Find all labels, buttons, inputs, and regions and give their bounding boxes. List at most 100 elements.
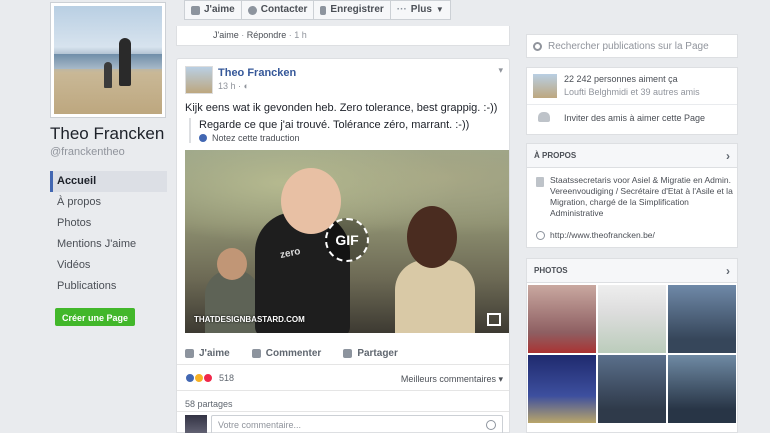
about-card: À PROPOS › Staatssecretaris voor Asiel &… <box>526 143 738 248</box>
love-reaction-icon <box>203 373 213 383</box>
comment-sort-dropdown[interactable]: Meilleurs commentaires ▾ <box>401 374 503 385</box>
photo-thumbnail[interactable] <box>528 285 596 353</box>
info-icon <box>536 177 544 187</box>
create-page-button[interactable]: Créer une Page <box>55 308 136 326</box>
comment-reply-link[interactable]: Répondre <box>247 30 287 40</box>
nav-item-photos[interactable]: Photos <box>50 213 167 234</box>
photo-thumbnail[interactable] <box>668 285 736 353</box>
search-icon <box>533 41 542 51</box>
photos-card-title: PHOTOS <box>534 266 568 275</box>
thumbs-up-icon <box>185 349 194 358</box>
add-friend-icon <box>538 112 550 122</box>
gif-play-badge[interactable]: GIF <box>325 218 369 262</box>
page-title: Theo Francken <box>50 124 165 143</box>
about-card-title: À PROPOS <box>534 151 577 160</box>
profile-photo-image <box>54 6 162 114</box>
gif-watermark: THATDESIGNBASTARD.COM <box>194 315 305 324</box>
chevron-right-icon: › <box>726 149 730 163</box>
contact-button[interactable]: Contacter <box>241 0 315 20</box>
public-globe-icon: ◐ <box>243 81 249 91</box>
post-like-label: J'aime <box>199 348 230 359</box>
page-likes-card: 22 242 personnes aiment ça Loufti Belghm… <box>526 67 738 135</box>
photo-thumbnail[interactable] <box>598 285 666 353</box>
post-options-chevron-icon[interactable]: ▾ <box>498 65 503 76</box>
comment-meta: J'aime · Répondre · 1 h <box>213 30 307 40</box>
caret-down-icon: ▾ <box>498 374 503 384</box>
messenger-icon <box>247 5 257 15</box>
photos-card-header[interactable]: PHOTOS › <box>527 259 737 283</box>
divider <box>177 411 509 412</box>
more-dots-icon: ··· <box>396 4 407 15</box>
post-comment-button[interactable]: Commenter <box>251 348 322 359</box>
photos-card: PHOTOS › <box>526 258 738 433</box>
open-link-icon[interactable] <box>487 313 501 326</box>
about-description: Staatssecretaris voor Asiel & Migratie e… <box>550 175 733 218</box>
page-navigation: Accueil À propos Photos Mentions J'aime … <box>50 171 167 297</box>
reactions-count: 518 <box>219 373 235 383</box>
emoji-icon[interactable] <box>486 420 496 430</box>
post-text: Kijk eens wat ik gevonden heb. Zero tole… <box>185 102 498 114</box>
nav-item-about[interactable]: À propos <box>50 192 167 213</box>
post-share-button[interactable]: Partager <box>343 348 398 359</box>
save-button[interactable]: Enregistrer <box>314 0 391 20</box>
previous-post-footer: J'aime · Répondre · 1 h <box>176 26 510 46</box>
save-label: Enregistrer <box>330 4 384 15</box>
comment-age: · 1 h <box>286 30 307 40</box>
page-action-bar: J'aime Contacter Enregistrer ··· Plus ▼ <box>184 0 451 20</box>
translation-text: Regarde ce que j'ai trouvé. Tolérance zé… <box>199 119 470 131</box>
divider <box>177 390 509 391</box>
more-button[interactable]: ··· Plus ▼ <box>390 0 451 20</box>
post-translation: Regarde ce que j'ai trouvé. Tolérance zé… <box>189 118 489 143</box>
photo-thumbnail[interactable] <box>668 355 736 423</box>
nav-item-home[interactable]: Accueil <box>50 171 167 192</box>
feed-post: Theo Francken 13 h · ◐ ▾ Kijk eens wat i… <box>176 58 510 433</box>
rate-translation-label: Notez cette traduction <box>212 133 300 143</box>
invite-friends-link[interactable]: Inviter des amis à aimer cette Page <box>564 113 705 123</box>
comment-input[interactable]: Votre commentaire... <box>211 415 503 433</box>
post-like-button[interactable]: J'aime <box>185 348 230 359</box>
comment-sort-label: Meilleurs commentaires <box>400 374 496 384</box>
nav-item-posts[interactable]: Publications <box>50 276 167 297</box>
likes-count[interactable]: 22 242 personnes aiment ça <box>564 74 678 84</box>
thumbs-up-icon <box>191 5 200 15</box>
bookmark-icon <box>320 5 327 15</box>
post-actions: J'aime Commenter Partager <box>185 348 420 359</box>
post-time-text: 13 h · <box>218 81 244 91</box>
commenter-avatar <box>185 415 207 433</box>
post-author-name[interactable]: Theo Francken <box>218 67 296 79</box>
profile-picture[interactable] <box>50 2 166 118</box>
shares-count[interactable]: 58 partages <box>185 399 233 409</box>
nav-item-likes[interactable]: Mentions J'aime <box>50 234 167 255</box>
nav-item-videos[interactable]: Vidéos <box>50 255 167 276</box>
divider <box>527 104 737 105</box>
photo-thumbnail[interactable] <box>528 355 596 423</box>
rate-translation-link[interactable]: Notez cette traduction <box>199 133 489 143</box>
friends-like-text[interactable]: Loufti Belghmidi et 39 autres amis <box>564 87 700 97</box>
comment-like-link[interactable]: J'aime <box>213 30 239 40</box>
meta-separator: · <box>238 30 247 40</box>
photo-grid <box>528 285 736 423</box>
about-card-header[interactable]: À PROPOS › <box>527 144 737 168</box>
caret-down-icon: ▼ <box>435 5 444 14</box>
search-placeholder: Rechercher publications sur la Page <box>548 40 709 52</box>
website-link[interactable]: http://www.theofrancken.be/ <box>550 230 655 240</box>
globe-icon <box>536 231 545 240</box>
post-gif-media[interactable]: zero GIF THATDESIGNBASTARD.COM <box>185 150 509 333</box>
chevron-right-icon: › <box>726 264 730 278</box>
share-arrow-icon <box>343 349 353 358</box>
reactions-summary[interactable]: 518 <box>185 373 234 383</box>
like-page-button[interactable]: J'aime <box>184 0 242 20</box>
divider <box>177 364 509 365</box>
comment-placeholder: Votre commentaire... <box>218 420 302 430</box>
post-comment-label: Commenter <box>265 348 322 359</box>
contact-label: Contacter <box>260 4 308 15</box>
page-username[interactable]: @franckentheo <box>50 146 125 158</box>
gear-icon <box>199 134 207 142</box>
post-share-label: Partager <box>357 348 398 359</box>
photo-thumbnail[interactable] <box>598 355 666 423</box>
post-author-avatar[interactable] <box>185 66 213 94</box>
post-timestamp[interactable]: 13 h · ◐ <box>218 81 249 91</box>
page-search-input[interactable]: Rechercher publications sur la Page <box>526 34 738 58</box>
like-page-label: J'aime <box>204 4 235 15</box>
comment-bubble-icon <box>251 349 261 358</box>
